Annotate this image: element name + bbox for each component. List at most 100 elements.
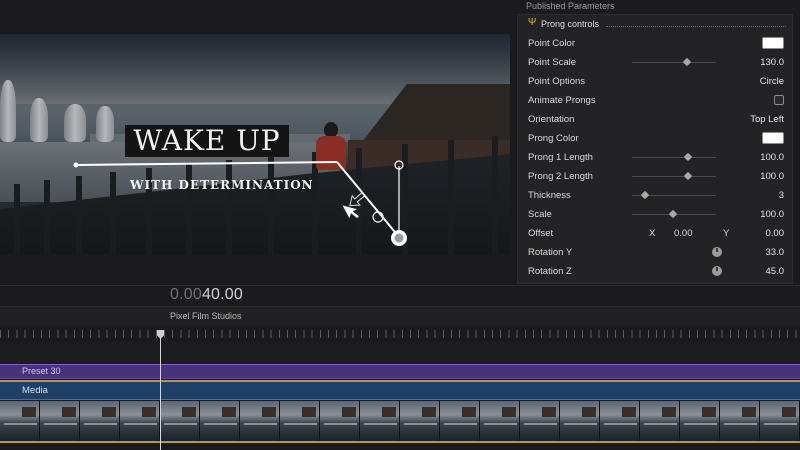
- thumbnail: [440, 401, 480, 441]
- prong-2-length-slider[interactable]: [632, 171, 716, 181]
- param-label: Point Color: [528, 38, 575, 49]
- param-animate-prongs: Animate Prongs: [528, 92, 784, 110]
- param-label: Rotation Y: [528, 247, 573, 258]
- offset-x-value[interactable]: 0.00: [674, 228, 693, 239]
- rotation-y-value[interactable]: 33.0: [766, 247, 785, 258]
- prong-1-endpoint[interactable]: [73, 162, 79, 168]
- timeline-track-area: [0, 342, 800, 364]
- slider-knob[interactable]: [668, 209, 678, 219]
- param-label: Orientation: [528, 114, 575, 125]
- param-orientation: Orientation Top Left: [528, 111, 784, 129]
- title-clip-label: Preset 30: [22, 366, 61, 376]
- move-cursor-icon: [341, 204, 360, 221]
- timeline-header: [0, 306, 800, 326]
- offset-y-value[interactable]: 0.00: [766, 228, 785, 239]
- thumbnail: [520, 401, 560, 441]
- prong-1-length-value[interactable]: 100.0: [760, 152, 784, 163]
- thumbnail: [600, 401, 640, 441]
- rotation-z-value[interactable]: 45.0: [766, 266, 785, 277]
- filmstrip[interactable]: [0, 401, 800, 441]
- thumbnail: [560, 401, 600, 441]
- param-scale: Scale 100.0: [528, 206, 784, 224]
- slider-knob[interactable]: [682, 57, 691, 67]
- param-prong-1-length: Prong 1 Length 100.0: [528, 149, 784, 167]
- thickness-value[interactable]: 3: [779, 190, 784, 201]
- scale-value[interactable]: 100.0: [760, 209, 784, 220]
- timecode-value: 40.00: [201, 286, 243, 303]
- prong-1-length-slider[interactable]: [632, 152, 716, 162]
- slider-knob[interactable]: [684, 171, 693, 181]
- prong-color-swatch[interactable]: [762, 132, 784, 144]
- param-point-options: Point Options Circle: [528, 73, 784, 91]
- rotation-dial-icon[interactable]: [712, 247, 722, 257]
- thumbnail: [680, 401, 720, 441]
- point-scale-slider[interactable]: [632, 57, 716, 67]
- thumbnail: [360, 401, 400, 441]
- param-prong-color: Prong Color: [528, 130, 784, 148]
- subtitle-text-overlay[interactable]: WITH DETERMINATION: [130, 178, 314, 192]
- param-label: Prong Color: [528, 133, 579, 144]
- thumbnail: [40, 401, 80, 441]
- scale-slider[interactable]: [632, 209, 716, 219]
- thumbnail: [120, 401, 160, 441]
- thumbnail: [280, 401, 320, 441]
- thumbnail: [0, 401, 40, 441]
- timecode-bar: [0, 285, 800, 306]
- orientation-select[interactable]: Top Left: [750, 114, 784, 125]
- slider-knob[interactable]: [684, 152, 693, 162]
- param-label: Offset: [528, 228, 554, 239]
- point-options-select[interactable]: Circle: [760, 76, 784, 87]
- point-anchor-center: [394, 233, 404, 243]
- group-label: Prong controls: [541, 19, 600, 29]
- thumbnail: [480, 401, 520, 441]
- media-clip-label: Media: [22, 385, 48, 396]
- timecode-display[interactable]: 0.0040.00: [170, 286, 243, 304]
- param-label: Point Options: [528, 76, 586, 87]
- thumbnail: [200, 401, 240, 441]
- thumbnail: [80, 401, 120, 441]
- offset-x-label: X: [649, 228, 656, 239]
- inspector-title: Published Parameters: [526, 1, 615, 11]
- media-clip[interactable]: Media: [0, 382, 800, 400]
- inspector-panel: Ψ Prong controls Point Color Point Scale…: [517, 14, 793, 284]
- title-text-overlay[interactable]: WAKE UP: [125, 125, 289, 157]
- timeline-ruler[interactable]: [0, 326, 800, 342]
- thumbnail: [720, 401, 760, 441]
- thumbnail: [240, 401, 280, 441]
- offset-y-label: Y: [723, 228, 730, 239]
- param-label: Prong 2 Length: [528, 171, 593, 182]
- param-rotation-y: Rotation Y 33.0: [528, 244, 784, 262]
- prong-2-length-value[interactable]: 100.0: [760, 171, 784, 182]
- point-color-swatch[interactable]: [762, 37, 784, 49]
- animate-prongs-checkbox[interactable]: [774, 95, 784, 105]
- prong-controls-group[interactable]: Ψ Prong controls: [522, 17, 788, 32]
- timeline-footer: [0, 443, 800, 450]
- thumbnail: [400, 401, 440, 441]
- param-point-scale: Point Scale 130.0: [528, 54, 784, 72]
- slider-knob[interactable]: [640, 190, 649, 200]
- project-name: Pixel Film Studios: [170, 311, 242, 321]
- thumbnail: [640, 401, 680, 441]
- param-label: Point Scale: [528, 57, 577, 68]
- param-prong-2-length: Prong 2 Length 100.0: [528, 168, 784, 186]
- inspector-header: Published Parameters: [517, 0, 800, 14]
- timecode-dim: 0.00: [170, 286, 202, 303]
- group-divider: [606, 26, 786, 27]
- trident-icon: Ψ: [528, 17, 537, 28]
- playhead-line[interactable]: [160, 336, 161, 450]
- thumbnail: [320, 401, 360, 441]
- param-point-color: Point Color: [528, 35, 784, 53]
- param-label: Rotation Z: [528, 266, 572, 277]
- param-label: Prong 1 Length: [528, 152, 593, 163]
- param-offset: Offset X 0.00 Y 0.00: [528, 225, 784, 243]
- rotation-dial-icon[interactable]: [712, 266, 722, 276]
- param-label: Scale: [528, 209, 552, 220]
- thumbnail: [760, 401, 800, 441]
- thumbnail: [160, 401, 200, 441]
- param-label: Thickness: [528, 190, 571, 201]
- prong-2-line: [336, 161, 400, 238]
- thickness-slider[interactable]: [632, 190, 716, 200]
- param-thickness: Thickness 3: [528, 187, 784, 205]
- title-clip[interactable]: Preset 30: [0, 364, 800, 379]
- point-scale-value[interactable]: 130.0: [760, 57, 784, 68]
